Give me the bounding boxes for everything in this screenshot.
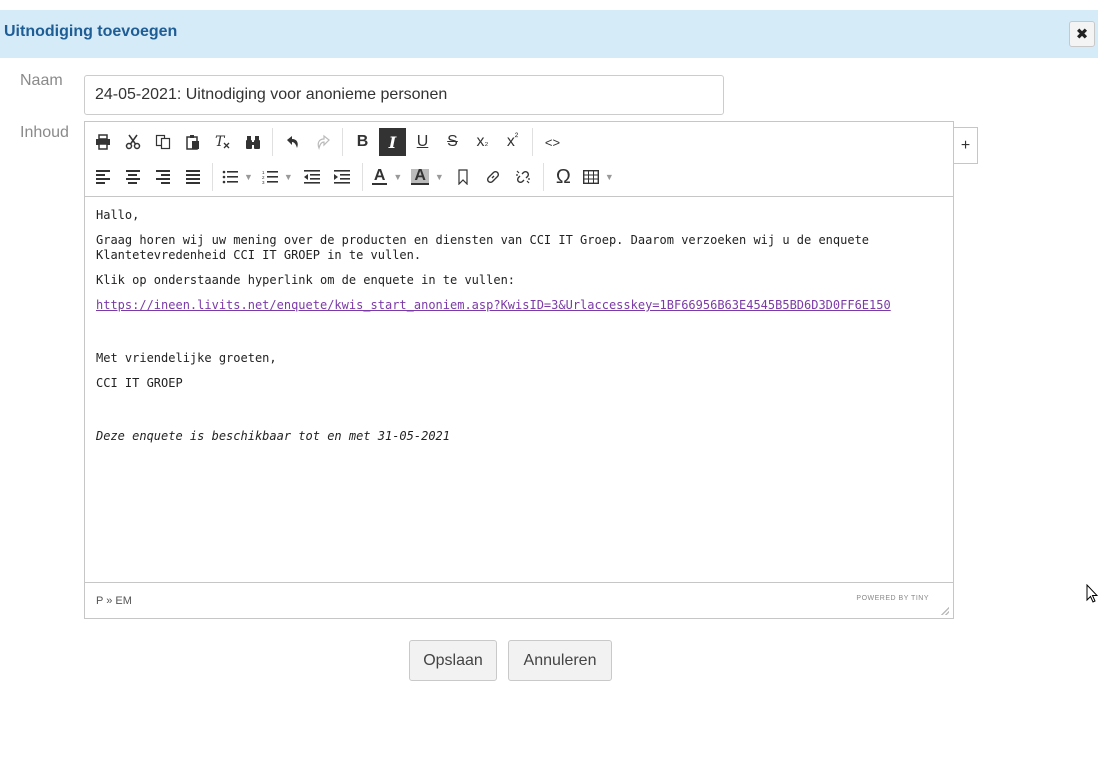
toolbar-separator xyxy=(342,128,343,156)
superscript-button[interactable]: x² xyxy=(499,128,526,156)
table-icon[interactable]: ▼ xyxy=(580,163,617,191)
dialog-title: Uitnodiging toevoegen xyxy=(4,23,178,40)
strikethrough-button[interactable]: S xyxy=(439,128,466,156)
chevron-down-icon[interactable]: ▼ xyxy=(605,172,614,182)
link-icon[interactable] xyxy=(480,163,507,191)
numbered-list-icon[interactable]: 123 ▼ xyxy=(259,163,296,191)
paste-icon[interactable] xyxy=(179,128,206,156)
editor-content[interactable]: Hallo, Graag horen wij uw mening over de… xyxy=(85,198,953,582)
naam-label: Naam xyxy=(20,72,63,89)
bookmark-icon[interactable] xyxy=(450,163,477,191)
toolbar-separator xyxy=(532,128,533,156)
editor-statusbar: P » EM POWERED BY TINY xyxy=(85,582,953,618)
superscript-mark: ² xyxy=(514,131,519,143)
add-button[interactable]: + xyxy=(953,127,978,164)
chevron-down-icon[interactable]: ▼ xyxy=(435,172,444,182)
subscript-mark: ₂ xyxy=(484,136,489,148)
font-color-label: A xyxy=(371,167,388,185)
cancel-button[interactable]: Annuleren xyxy=(508,640,612,681)
highlight-color-button[interactable]: A ▼ xyxy=(408,163,446,191)
mouse-pointer-icon xyxy=(1086,584,1098,603)
content-paragraph-1: Graag horen wij uw mening over de produc… xyxy=(96,233,870,262)
rich-text-editor: T B I U S x₂ x² <> ▼ 1 2 3 ▼ A ▼ A ▼ Ω ▼… xyxy=(84,121,954,619)
align-center-icon[interactable] xyxy=(119,163,146,191)
close-button[interactable]: ✖ xyxy=(1069,21,1095,47)
powered-by-label[interactable]: POWERED BY TINY xyxy=(856,595,929,602)
subscript-button[interactable]: x₂ xyxy=(469,128,496,156)
special-character-button[interactable]: Ω xyxy=(550,163,577,191)
chevron-down-icon[interactable]: ▼ xyxy=(284,172,293,182)
toolbar-separator xyxy=(542,163,544,191)
toolbar-row-2: ▼ 123 ▼ A ▼ A ▼ Ω ▼ xyxy=(89,160,620,194)
italic-button[interactable]: I xyxy=(379,128,406,156)
element-path[interactable]: P » EM xyxy=(96,595,132,607)
content-closing: Met vriendelijke groeten, xyxy=(96,351,277,365)
indent-icon[interactable] xyxy=(329,163,356,191)
redo-icon[interactable] xyxy=(309,128,336,156)
underline-button[interactable]: U xyxy=(409,128,436,156)
bullet-list-icon[interactable]: ▼ xyxy=(219,163,256,191)
save-button[interactable]: Opslaan xyxy=(409,640,497,681)
toolbar-separator xyxy=(361,163,363,191)
content-note: Deze enquete is beschikbaar tot en met 3… xyxy=(96,429,451,443)
font-color-button[interactable]: A ▼ xyxy=(369,163,405,191)
toolbar-separator xyxy=(272,128,273,156)
chevron-down-icon[interactable]: ▼ xyxy=(393,172,402,182)
align-left-icon[interactable] xyxy=(89,163,116,191)
align-right-icon[interactable] xyxy=(149,163,176,191)
naam-input[interactable] xyxy=(84,75,724,115)
content-signature: CCI IT GROEP xyxy=(96,376,183,390)
bold-button[interactable]: B xyxy=(349,128,376,156)
clear-formatting-icon[interactable]: T xyxy=(209,128,236,156)
outdent-icon[interactable] xyxy=(299,163,326,191)
chevron-down-icon[interactable]: ▼ xyxy=(244,172,253,182)
svg-text:3: 3 xyxy=(262,180,265,184)
editor-toolbar: T B I U S x₂ x² <> ▼ 1 2 3 ▼ A ▼ A ▼ Ω ▼ xyxy=(85,122,953,197)
toolbar-row-1: T B I U S x₂ x² <> xyxy=(89,125,569,159)
find-replace-icon[interactable] xyxy=(239,128,266,156)
print-icon[interactable] xyxy=(89,128,116,156)
dialog-header: Uitnodiging toevoegen xyxy=(0,10,1098,58)
toolbar-separator xyxy=(212,163,213,191)
survey-link[interactable]: https://ineen.livits.net/enquete/kwis_st… xyxy=(96,298,891,312)
undo-icon[interactable] xyxy=(279,128,306,156)
superscript-label: x xyxy=(506,133,515,150)
content-paragraph-2: Klik op onderstaande hyperlink om de enq… xyxy=(96,273,516,287)
highlight-color-label: A xyxy=(411,168,429,185)
subscript-label: x xyxy=(476,133,485,150)
unlink-icon[interactable] xyxy=(510,163,537,191)
resize-handle-icon[interactable] xyxy=(941,607,949,615)
inhoud-label: Inhoud xyxy=(20,124,69,141)
source-code-button[interactable]: <> xyxy=(539,128,566,156)
content-greeting: Hallo, xyxy=(96,208,140,222)
copy-icon[interactable] xyxy=(149,128,176,156)
align-justify-icon[interactable] xyxy=(179,163,206,191)
cut-icon[interactable] xyxy=(119,128,146,156)
